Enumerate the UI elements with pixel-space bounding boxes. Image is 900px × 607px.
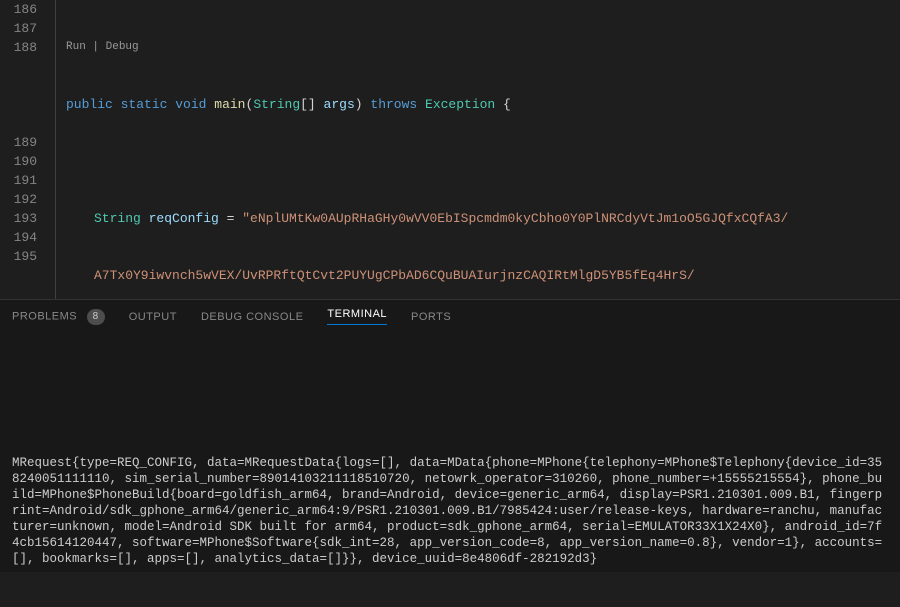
line-number: 195 <box>0 247 37 266</box>
panel-tabs: PROBLEMS 8 OUTPUT DEBUG CONSOLE TERMINAL… <box>0 300 900 333</box>
line-number: 189 <box>0 133 37 152</box>
line-number: 194 <box>0 228 37 247</box>
line-number: 190 <box>0 152 37 171</box>
tab-debug-console[interactable]: DEBUG CONSOLE <box>201 311 303 323</box>
code-line: public static void main(String[] args) t… <box>66 95 900 114</box>
code-line: String reqConfig = "eNplUMtKw0AUpRHaGHy0… <box>66 209 900 228</box>
problems-badge: 8 <box>87 309 105 325</box>
tab-ports[interactable]: PORTS <box>411 311 451 323</box>
tab-terminal[interactable]: TERMINAL <box>327 308 387 325</box>
line-number-gutter: 186 187 188 189 190 💡 191 192 193 194 19… <box>0 0 55 299</box>
line-number: 💡 191 <box>0 171 37 190</box>
tab-problems[interactable]: PROBLEMS 8 <box>12 309 105 325</box>
terminal-text: MRequest{type=REQ_CONFIG, data=MRequestD… <box>12 455 888 567</box>
line-number: 193 <box>0 209 37 228</box>
codelens[interactable]: Run | Debug <box>66 38 900 57</box>
code-line <box>66 152 900 171</box>
terminal-output[interactable]: MRequest{type=REQ_CONFIG, data=MRequestD… <box>0 333 900 607</box>
tab-output[interactable]: OUTPUT <box>129 311 177 323</box>
code-line: A7Tx0Y9iwvnch5wVEX/UvRPRftQtCvt2PUYUgCPb… <box>66 266 900 285</box>
line-number: 192 <box>0 190 37 209</box>
line-number: 187 <box>0 19 37 38</box>
line-number: 188 <box>0 38 37 57</box>
code-editor[interactable]: Run | Debug public static void main(Stri… <box>55 0 900 299</box>
line-number: 186 <box>0 0 37 19</box>
